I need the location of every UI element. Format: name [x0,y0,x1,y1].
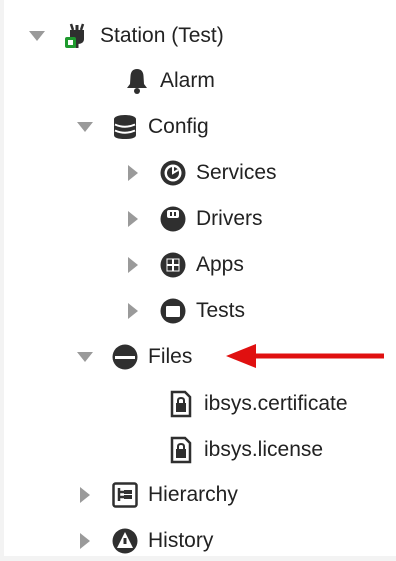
tree-node-hierarchy[interactable]: Hierarchy [74,475,238,515]
services-icon [158,158,188,188]
tree-node-label: Files [148,345,193,368]
locked-file-icon [166,435,196,465]
tree-node-label: Alarm [160,69,215,92]
tree-node-label: Station (Test) [100,24,224,47]
tree-node-label: Apps [196,253,244,276]
files-drive-icon [110,342,140,372]
expand-toggle-collapsed-icon[interactable] [122,300,144,322]
expand-toggle-expanded-icon[interactable] [26,25,48,47]
tree-node-license[interactable]: ibsys.license [166,430,323,470]
tree-node-station[interactable]: Station (Test) [26,16,224,56]
expand-toggle-collapsed-icon[interactable] [122,208,144,230]
tree-node-files[interactable]: Files [74,337,192,377]
tree-node-label: Services [196,161,277,184]
expand-toggle-collapsed-icon[interactable] [122,254,144,276]
navigation-tree: Station (Test) Alarm Config Services Dri… [0,0,396,561]
tree-node-label: Config [148,115,209,138]
history-icon [110,526,140,556]
expand-toggle-collapsed-icon[interactable] [74,484,96,506]
expand-toggle-expanded-icon[interactable] [74,116,96,138]
apps-grid-icon [158,250,188,280]
bell-icon [122,66,152,96]
expand-toggle-collapsed-icon[interactable] [74,530,96,552]
tree-node-history[interactable]: History [74,521,213,561]
locked-file-icon [166,389,196,419]
tree-node-label: ibsys.license [204,438,324,461]
tree-node-certificate[interactable]: ibsys.certificate [166,384,348,424]
drivers-icon [158,204,188,234]
hierarchy-icon [110,480,140,510]
expand-toggle-collapsed-icon[interactable] [122,162,144,184]
panel-left-edge [0,0,4,561]
tests-window-icon [158,296,188,326]
station-plug-icon [62,21,92,51]
tree-node-alarm[interactable]: Alarm [122,61,215,101]
tree-node-label: Tests [196,299,246,322]
tree-node-label: ibsys.certificate [204,392,348,415]
tree-node-label: Hierarchy [148,483,238,506]
annotation-arrow [226,344,384,368]
tree-node-apps[interactable]: Apps [122,245,244,285]
database-icon [110,112,140,142]
tree-node-drivers[interactable]: Drivers [122,199,263,239]
panel-bottom-edge [0,556,396,561]
tree-node-label: History [148,529,214,552]
expand-toggle-expanded-icon[interactable] [74,346,96,368]
tree-node-services[interactable]: Services [122,153,277,193]
tree-node-tests[interactable]: Tests [122,291,245,331]
tree-node-config[interactable]: Config [74,107,209,147]
tree-node-label: Drivers [196,207,263,230]
